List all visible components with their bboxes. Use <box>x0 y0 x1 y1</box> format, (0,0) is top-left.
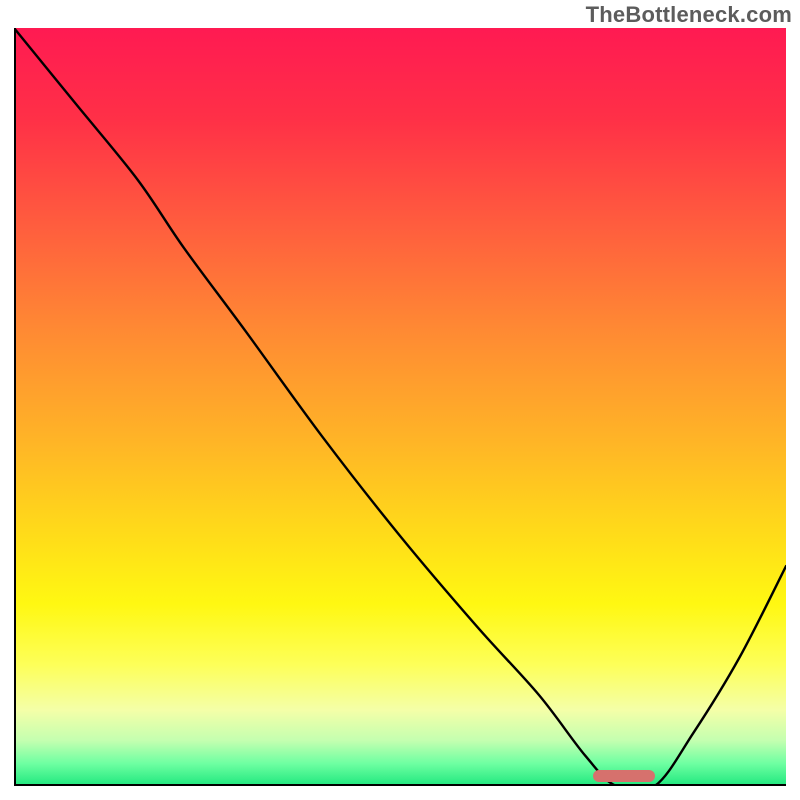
chart-canvas: TheBottleneck.com <box>0 0 800 800</box>
axis-x <box>14 784 786 786</box>
plot-area <box>14 28 786 786</box>
bottleneck-curve <box>14 28 786 786</box>
watermark-text: TheBottleneck.com <box>586 2 792 28</box>
axis-y <box>14 28 16 786</box>
optimum-range-bar <box>593 770 655 782</box>
